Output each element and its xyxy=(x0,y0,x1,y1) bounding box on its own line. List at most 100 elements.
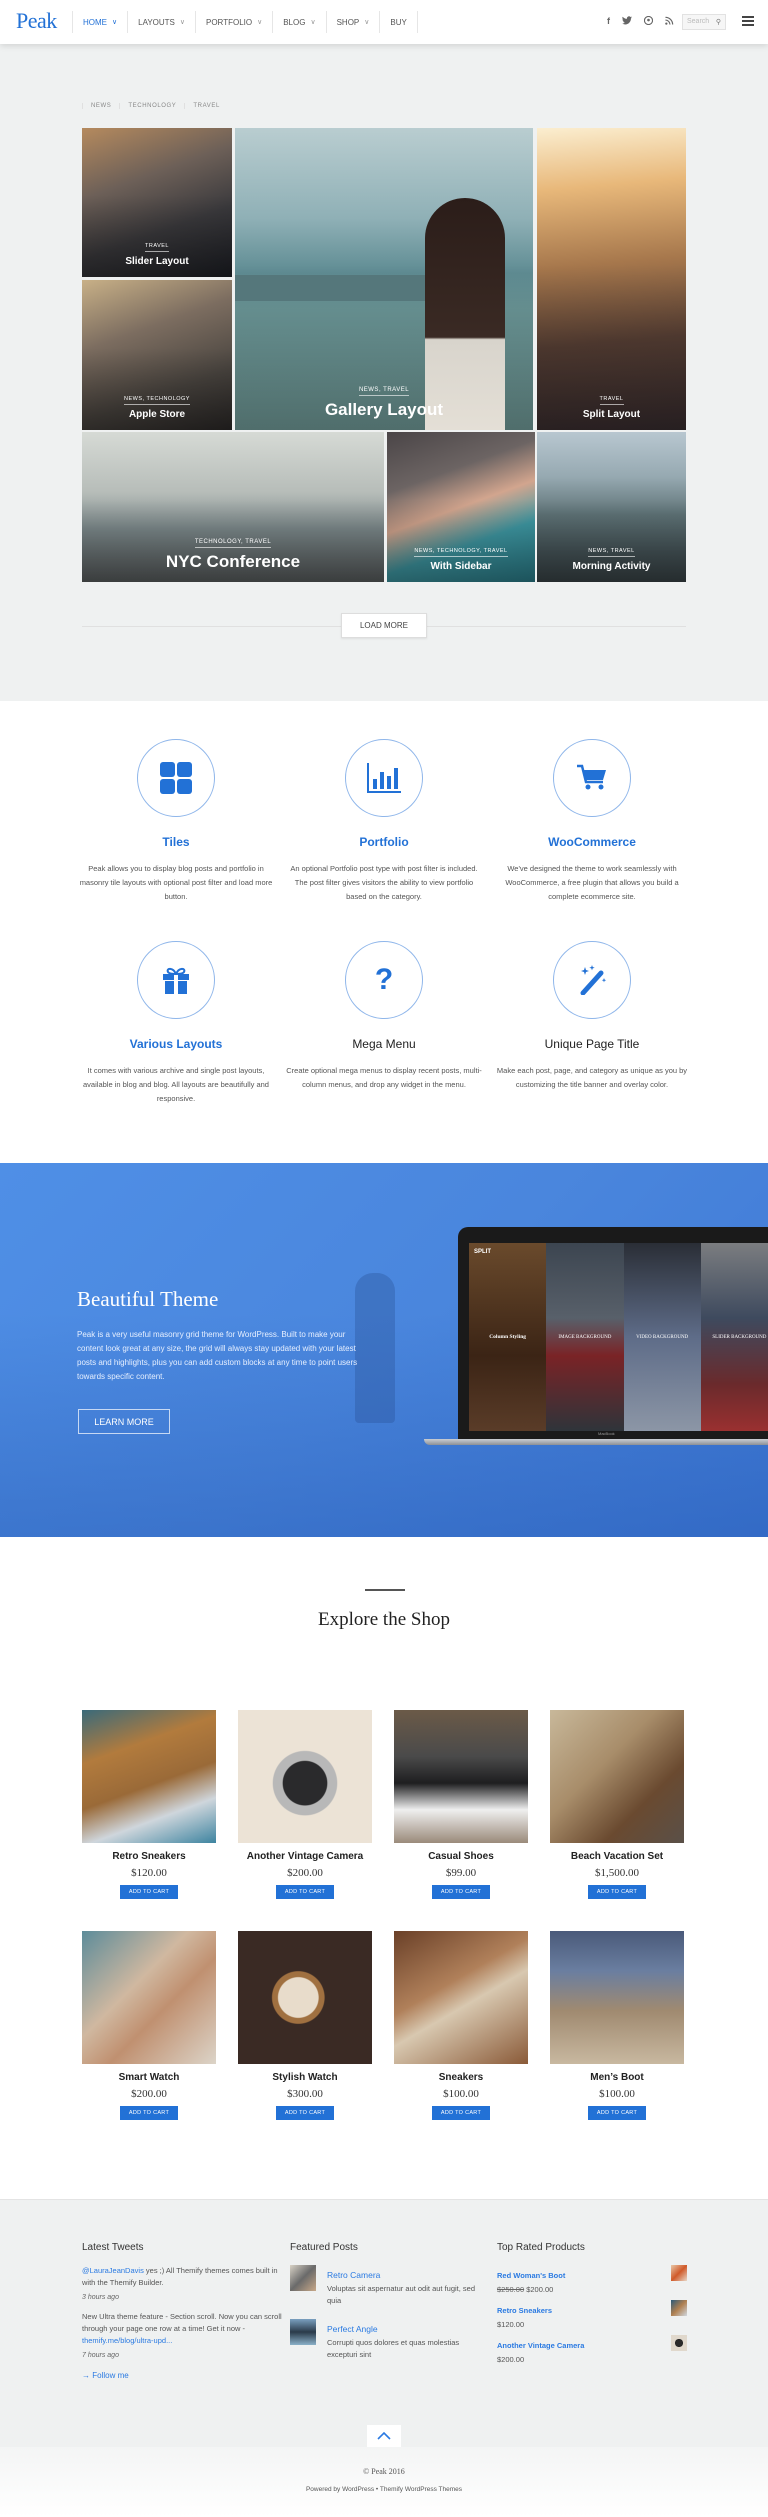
product-name[interactable]: Smart Watch xyxy=(82,2072,216,2083)
product-price: $200.00 xyxy=(497,2355,525,2364)
post-title[interactable]: Perfect Angle xyxy=(327,2324,378,2334)
post-thumbnail[interactable] xyxy=(290,2319,316,2345)
screen-logo: SPLIT xyxy=(474,1249,492,1255)
nav-item-shop[interactable]: SHOP ∨ xyxy=(327,11,381,33)
add-to-cart-button[interactable]: ADD TO CART xyxy=(119,2106,179,2120)
tile-category[interactable]: TRAVEL xyxy=(145,243,169,252)
tile-title[interactable]: Gallery Layout xyxy=(325,400,443,420)
product-name[interactable]: Retro Sneakers xyxy=(82,1851,216,1862)
nav-item-home[interactable]: HOME ∨ xyxy=(73,11,129,33)
rss-icon[interactable] xyxy=(665,16,674,27)
follow-me-link[interactable]: → Follow me xyxy=(82,2371,282,2380)
tile-post[interactable]: NEWS, TECHNOLOGY Apple Store xyxy=(82,280,232,430)
hero-banner: Beautiful Theme Peak is a very useful ma… xyxy=(0,1163,768,1537)
product-name[interactable]: Casual Shoes xyxy=(394,1851,528,1862)
tile-category[interactable]: NEWS, TECHNOLOGY xyxy=(124,396,190,405)
add-to-cart-button[interactable]: ADD TO CART xyxy=(431,1885,491,1899)
filter-technology[interactable]: TECHNOLOGY xyxy=(119,103,184,109)
product-name[interactable]: Stylish Watch xyxy=(238,2072,372,2083)
product-thumbnail[interactable] xyxy=(671,2300,687,2316)
featured-posts-widget: Featured Posts Retro Camera Voluptas sit … xyxy=(290,2242,490,2373)
chevron-down-icon: ∨ xyxy=(310,19,316,26)
product-image[interactable] xyxy=(238,1710,372,1843)
tile-post[interactable]: TRAVEL Slider Layout xyxy=(82,128,232,277)
product-image[interactable] xyxy=(82,1710,216,1843)
post-title[interactable]: Retro Camera xyxy=(327,2270,380,2280)
nav-item-blog[interactable]: BLOG ∨ xyxy=(273,11,327,33)
pinterest-icon[interactable] xyxy=(643,15,654,27)
hero-title: Beautiful Theme xyxy=(77,1287,219,1311)
tile-title[interactable]: Morning Activity xyxy=(573,561,651,572)
nav-label: BUY xyxy=(390,17,407,27)
tile-title[interactable]: Split Layout xyxy=(583,409,640,420)
add-to-cart-button[interactable]: ADD TO CART xyxy=(119,1885,179,1899)
product-image[interactable] xyxy=(82,1931,216,2064)
product-image[interactable] xyxy=(238,1931,372,2064)
learn-more-button[interactable]: LEARN MORE xyxy=(78,1409,170,1434)
copyright: © Peak 2016 xyxy=(363,2467,405,2476)
section-divider xyxy=(365,1589,405,1591)
feature-woocommerce: WooCommerce We've designed the theme to … xyxy=(487,739,697,904)
tile-category[interactable]: NEWS, TECHNOLOGY, TRAVEL xyxy=(414,548,508,557)
add-to-cart-button[interactable]: ADD TO CART xyxy=(275,1885,335,1899)
magic-wand-icon xyxy=(580,965,607,995)
add-to-cart-button[interactable]: ADD TO CART xyxy=(431,2106,491,2120)
tile-post[interactable]: TECHNOLOGY, TRAVEL NYC Conference xyxy=(82,432,384,582)
site-logo[interactable]: Peak xyxy=(16,8,57,34)
tweet-link[interactable]: themify.me/blog/ultra-upd... xyxy=(82,2336,172,2345)
add-to-cart-button[interactable]: ADD TO CART xyxy=(275,2106,335,2120)
product-name[interactable]: Men’s Boot xyxy=(550,2072,684,2083)
filter-travel[interactable]: TRAVEL xyxy=(184,103,228,109)
tile-title[interactable]: Slider Layout xyxy=(125,256,188,267)
search-input[interactable]: Search ⚲ xyxy=(682,14,726,30)
feature-various-layouts: Various Layouts It comes with various ar… xyxy=(71,941,281,1106)
product-image[interactable] xyxy=(394,1931,528,2064)
widget-title: Top Rated Products xyxy=(497,2242,585,2253)
product-price: $300.00 xyxy=(287,2088,323,2100)
tile-title[interactable]: NYC Conference xyxy=(166,552,300,572)
tile-category[interactable]: NEWS, TRAVEL xyxy=(358,387,410,396)
back-to-top-button[interactable] xyxy=(367,2425,401,2447)
laptop-mockup: SPLIT Column Styling IMAGE BACKGROUND VI… xyxy=(424,1227,768,1445)
tile-post[interactable]: NEWS, TRAVEL Gallery Layout xyxy=(235,128,533,430)
product-image[interactable] xyxy=(394,1710,528,1843)
gift-icon xyxy=(163,967,189,994)
hamburger-menu-icon[interactable] xyxy=(742,16,754,28)
filter-news[interactable]: NEWS xyxy=(82,103,119,109)
product-name[interactable]: Beach Vacation Set xyxy=(550,1851,684,1862)
product-thumbnail[interactable] xyxy=(671,2265,687,2281)
tile-title[interactable]: Apple Store xyxy=(129,409,185,420)
screen-panel: IMAGE BACKGROUND xyxy=(546,1243,624,1431)
product-image[interactable] xyxy=(550,1931,684,2064)
tweet-mention[interactable]: @LauraJeanDavis xyxy=(82,2266,144,2275)
post-thumbnail[interactable] xyxy=(290,2265,316,2291)
feature-unique-page-title: Unique Page Title Make each post, page, … xyxy=(487,941,697,1092)
tile-title[interactable]: With Sidebar xyxy=(430,561,491,572)
add-to-cart-button[interactable]: ADD TO CART xyxy=(587,1885,647,1899)
product-name[interactable]: Retro Sneakers xyxy=(497,2306,552,2315)
tile-category[interactable]: NEWS, TRAVEL xyxy=(588,548,635,557)
facebook-icon[interactable]: f xyxy=(607,16,610,27)
product-name[interactable]: Red Woman's Boot xyxy=(497,2271,565,2280)
nav-item-portfolio[interactable]: PORTFOLIO ∨ xyxy=(196,11,274,33)
load-more-button[interactable]: LOAD MORE xyxy=(341,613,427,638)
tile-post[interactable]: NEWS, TRAVEL Morning Activity xyxy=(537,432,686,582)
product-card: Casual Shoes $99.00 ADD TO CART xyxy=(394,1710,528,1899)
twitter-icon[interactable] xyxy=(622,16,632,27)
tile-post[interactable]: NEWS, TECHNOLOGY, TRAVEL With Sidebar xyxy=(387,432,535,582)
product-thumbnail[interactable] xyxy=(671,2335,687,2351)
search-icon[interactable]: ⚲ xyxy=(716,18,721,26)
product-name[interactable]: Sneakers xyxy=(394,2072,528,2083)
product-name[interactable]: Another Vintage Camera xyxy=(497,2341,584,2350)
product-name[interactable]: Another Vintage Camera xyxy=(238,1851,372,1862)
tile-post[interactable]: TRAVEL Split Layout xyxy=(537,128,686,430)
tile-category[interactable]: TECHNOLOGY, TRAVEL xyxy=(194,539,272,548)
feature-text: Make each post, page, and category as un… xyxy=(496,1066,688,1089)
tile-category[interactable]: TRAVEL xyxy=(599,396,624,405)
nav-item-buy[interactable]: BUY xyxy=(380,11,418,33)
product-image[interactable] xyxy=(550,1710,684,1843)
product-price: $99.00 xyxy=(445,1867,477,1879)
add-to-cart-button[interactable]: ADD TO CART xyxy=(587,2106,647,2120)
nav-item-layouts[interactable]: LAYOUTS ∨ xyxy=(128,11,196,33)
screen-panel-label: Column Styling xyxy=(489,1334,527,1340)
